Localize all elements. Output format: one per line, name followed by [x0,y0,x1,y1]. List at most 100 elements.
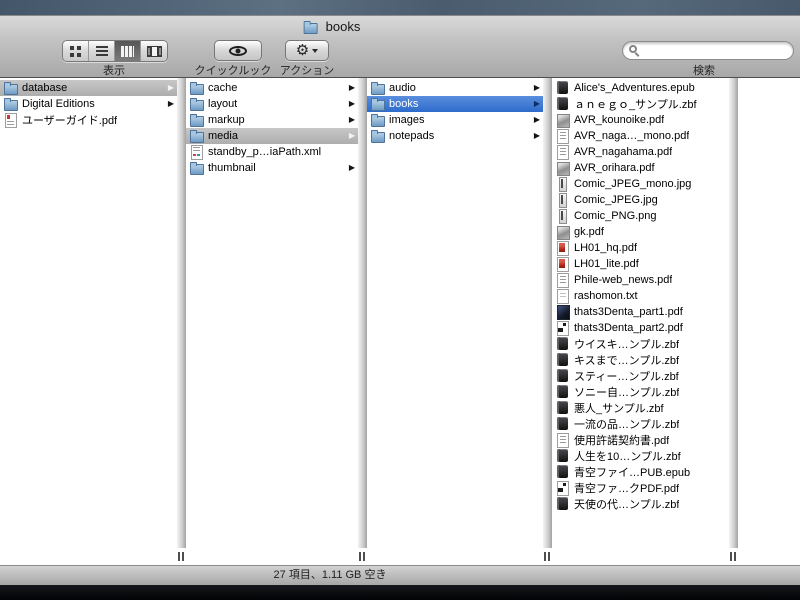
disclosure-arrow-icon: ▶ [530,84,540,92]
column-item[interactable]: 一流の品…ンプル.zbf [552,416,729,432]
column-4: Alice's_Adventures.epubａｎｅｇｏ_サンプル.zbfAVR… [552,78,729,565]
column-item[interactable]: AVR_naga…_mono.pdf [552,128,729,144]
item-label: Comic_JPEG_mono.jpg [574,178,691,190]
status-bar: 27 項目、1.11 GB 空き [0,565,800,585]
column-item[interactable]: media▶ [186,128,358,144]
item-label: layout [208,98,237,110]
item-label: AVR_naga…_mono.pdf [574,130,689,142]
book-icon [556,401,570,415]
item-label: 一流の品…ンプル.zbf [574,416,679,432]
item-label: standby_p…iaPath.xml [208,146,321,158]
column-item[interactable]: LH01_lite.pdf [552,256,729,272]
column-item[interactable]: cache▶ [186,80,358,96]
item-label: 青空ファ…クPDF.pdf [574,480,679,496]
view-as-icons-button[interactable] [63,41,89,61]
column-resize-handle[interactable] [178,552,180,561]
action-menu-button[interactable]: ⚙ [285,40,329,61]
window-title: books [326,19,361,34]
item-label: Alice's_Adventures.epub [574,82,695,94]
column-divider [543,78,552,565]
column-item[interactable]: キスまで…ンプル.zbf [552,352,729,368]
view-as-columns-button[interactable] [115,41,141,61]
column-divider [358,78,367,565]
column-item[interactable]: database▶ [0,80,177,96]
folder-icon [190,129,204,143]
column-item[interactable]: thats3Denta_part1.pdf [552,304,729,320]
column-item[interactable]: スティー…ンプル.zbf [552,368,729,384]
column-item[interactable]: 青空ファ…クPDF.pdf [552,480,729,496]
book-icon [556,497,570,511]
column-item[interactable]: AVR_kounoike.pdf [552,112,729,128]
column-item[interactable]: standby_p…iaPath.xml [186,144,358,160]
item-label: thumbnail [208,162,256,174]
column-item[interactable]: Phile-web_news.pdf [552,272,729,288]
view-as-list-button[interactable] [89,41,115,61]
quicklook-button[interactable] [214,40,262,61]
column-item[interactable]: thumbnail▶ [186,160,358,176]
item-label: LH01_hq.pdf [574,242,637,254]
column-item[interactable]: Alice's_Adventures.epub [552,80,729,96]
xml-icon [190,145,204,159]
column-item[interactable]: Comic_JPEG.jpg [552,192,729,208]
book-icon [556,465,570,479]
column-item[interactable]: 人生を10…ンプル.zbf [552,448,729,464]
column-item[interactable]: markup▶ [186,112,358,128]
disclosure-arrow-icon: ▶ [530,116,540,124]
column-2: cache▶layout▶markup▶media▶ standby_p…iaPa… [186,78,358,565]
pdfred-icon [556,241,570,255]
view-as-coverflow-button[interactable] [141,41,167,61]
window-titlebar[interactable]: books [0,15,800,38]
column-item[interactable]: LH01_hq.pdf [552,240,729,256]
column-item[interactable]: ソニー自…ンプル.zbf [552,384,729,400]
column-resize-handle[interactable] [359,552,361,561]
imggray-icon [556,113,570,127]
item-label: database [22,82,67,94]
coverflow-view-icon [147,46,162,57]
column-resize-handle[interactable] [730,552,732,561]
column-item[interactable]: layout▶ [186,96,358,112]
column-divider [177,78,186,565]
column-item[interactable]: 使用許諾契約書.pdf [552,432,729,448]
column-item[interactable]: books▶ [367,96,543,112]
column-item[interactable]: AVR_nagahama.pdf [552,144,729,160]
item-label: thats3Denta_part2.pdf [574,322,683,334]
column-item[interactable]: thats3Denta_part2.pdf [552,320,729,336]
folder-icon [371,113,385,127]
column-item[interactable]: ウイスキ…ンプル.zbf [552,336,729,352]
item-label: Phile-web_news.pdf [574,274,672,286]
column-resize-handle[interactable] [544,552,546,561]
column-item[interactable]: 天使の代…ンプル.zbf [552,496,729,512]
status-text: 27 項目、1.11 GB 空き [274,566,387,585]
column-item[interactable]: 悪人_サンプル.zbf [552,400,729,416]
folder-icon [190,161,204,175]
column-item[interactable]: Digital Editions▶ [0,96,177,112]
book-icon [556,97,570,111]
item-label: books [389,98,418,110]
item-label: AVR_orihara.pdf [574,162,655,174]
imggray-icon [556,225,570,239]
disclosure-arrow-icon: ▶ [164,100,174,108]
search-input[interactable] [622,41,794,60]
page-icon [556,433,570,447]
item-label: 人生を10…ンプル.zbf [574,448,681,464]
column-item[interactable]: Comic_JPEG_mono.jpg [552,176,729,192]
column-item[interactable]: ａｎｅｇｏ_サンプル.zbf [552,96,729,112]
column-item[interactable]: Comic_PNG.png [552,208,729,224]
column-item[interactable]: AVR_orihara.pdf [552,160,729,176]
book-icon [556,385,570,399]
book-icon [556,337,570,351]
eye-icon [229,46,247,56]
column-item[interactable]: gk.pdf [552,224,729,240]
column-item[interactable]: notepads▶ [367,128,543,144]
column-3: audio▶books▶images▶notepads▶ [367,78,543,565]
column-item[interactable]: audio▶ [367,80,543,96]
imggray-icon [556,161,570,175]
gear-icon: ⚙ [296,43,309,58]
dropdown-arrow-icon [312,49,318,53]
column-item[interactable]: 青空ファイ…PUB.epub [552,464,729,480]
strip-icon [556,177,570,191]
disclosure-arrow-icon: ▶ [530,132,540,140]
column-item[interactable]: rashomon.txt [552,288,729,304]
column-item[interactable]: ユーザーガイド.pdf [0,112,177,128]
column-item[interactable]: images▶ [367,112,543,128]
